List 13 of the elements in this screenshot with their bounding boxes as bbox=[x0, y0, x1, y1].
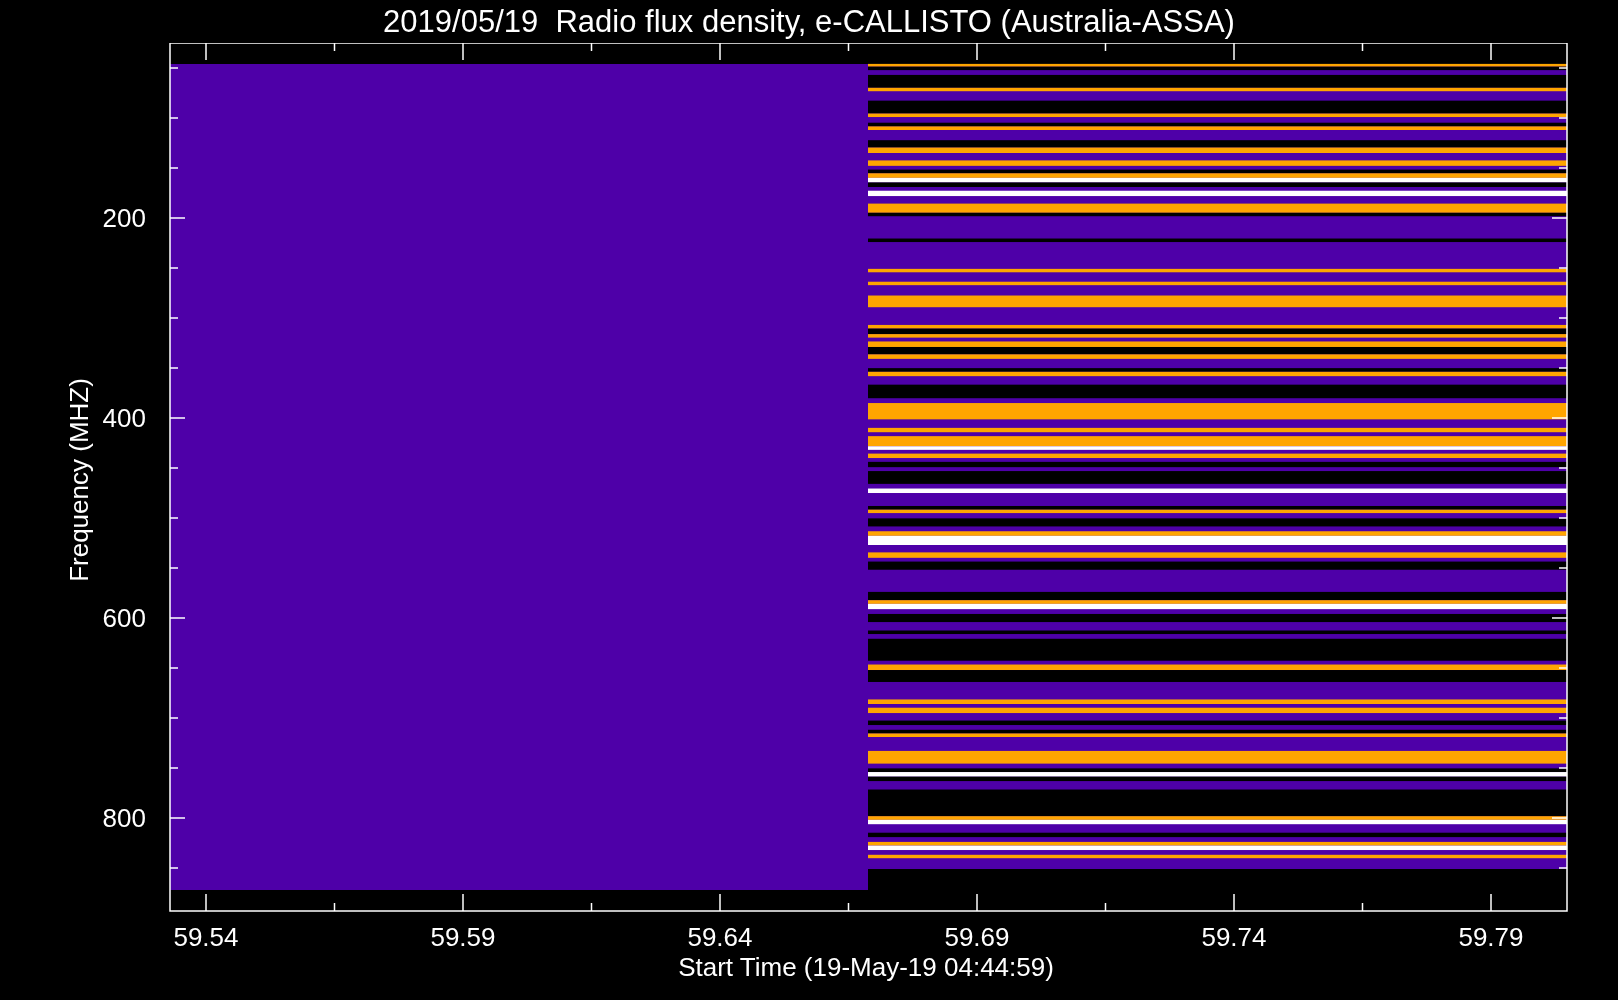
axis-tick-label: 800 bbox=[102, 803, 146, 833]
axis-tick-label: 59.59 bbox=[430, 922, 496, 952]
axis-tick-label: 59.69 bbox=[944, 922, 1010, 952]
axis-tick-label: 400 bbox=[102, 403, 146, 433]
axis-tick-label: 59.74 bbox=[1201, 922, 1267, 952]
axis-tick-label: 600 bbox=[102, 603, 146, 633]
chart-title: 2019/05/19 Radio flux density, e-CALLISTO (Australia-ASSA) bbox=[383, 6, 1235, 37]
axis-title: Start Time (19-May-19 04:44:59) bbox=[678, 952, 1054, 982]
axis-tick-label: 200 bbox=[102, 203, 146, 233]
axis-tick-label: 59.54 bbox=[173, 922, 239, 952]
axis-title: Frequency (MHZ) bbox=[64, 378, 94, 582]
axis-tick-label: 59.64 bbox=[687, 922, 753, 952]
axis-tick-label: 59.79 bbox=[1458, 922, 1524, 952]
